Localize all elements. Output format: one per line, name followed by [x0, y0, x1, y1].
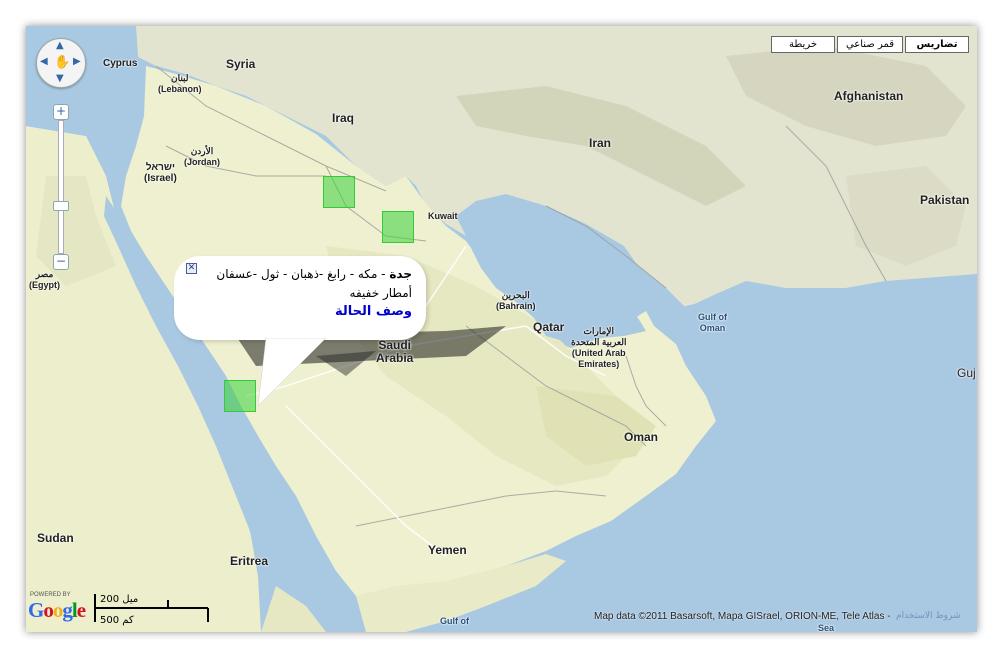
label-israel: ישראל (Israel)	[144, 162, 177, 184]
hand-icon: ✋	[54, 55, 71, 70]
zoom-out-button[interactable]: −	[53, 254, 69, 270]
label-saudi-arabia: Saudi Arabia	[376, 338, 414, 365]
zoom-in-button[interactable]: +	[53, 104, 69, 120]
label-gulf-of-aden: Gulf of	[440, 616, 469, 626]
map-type-satellite[interactable]: قمر صناعي	[837, 36, 903, 53]
label-yemen: Yemen	[428, 543, 467, 557]
label-qatar: Qatar	[533, 320, 565, 334]
label-egypt: مصر (Egypt)	[29, 269, 60, 290]
pan-up-icon[interactable]: ▲	[56, 40, 64, 51]
region-marker[interactable]	[323, 176, 355, 208]
pan-left-icon[interactable]: ◀	[40, 56, 48, 67]
label-lebanon: لبنان (Lebanon)	[158, 73, 202, 94]
label-kuwait: Kuwait	[428, 211, 458, 221]
info-window-line2: أمطار خفيفه	[349, 286, 412, 300]
scale-miles: 200 ميل	[100, 594, 139, 605]
scale-bar: 200 ميل 500 كم	[94, 594, 214, 626]
label-sudan: Sudan	[37, 531, 74, 545]
label-iraq: Iraq	[332, 111, 355, 125]
label-cyprus: Cyprus	[103, 58, 138, 69]
label-iran: Iran	[589, 136, 612, 150]
map-attribution: Map data ©2011 Basarsoft, Mapa GISrael, …	[594, 611, 891, 622]
map-frame[interactable]: Cyprus Syria لبنان (Lebanon) Iraq Iran A…	[26, 26, 977, 632]
google-logo[interactable]: Google	[28, 598, 86, 623]
pan-right-icon[interactable]: ▶	[73, 56, 81, 67]
pan-control[interactable]: ▲ ◀ ▶ ▼ ✋	[36, 38, 86, 88]
info-window: ✕ جدة - مكه - رابغ -ذهبان - ثول -عسفان أ…	[174, 256, 426, 340]
label-jordan: الأردن (Jordan)	[184, 146, 220, 167]
info-window-text: - مكه - رابغ -ذهبان - ثول -عسفان	[216, 267, 390, 281]
status-description-link[interactable]: وصف الحالة	[335, 304, 412, 319]
label-pakistan: Pakistan	[920, 193, 970, 207]
map-type-control: خريطة قمر صناعي تضاريس	[771, 36, 969, 53]
label-syria: Syria	[226, 57, 256, 71]
label-bahrain: البحرين (Bahrain)	[496, 290, 536, 311]
label-afghanistan: Afghanistan	[834, 89, 904, 103]
info-window-line1: جدة - مكه - رابغ -ذهبان - ثول -عسفان	[216, 267, 412, 281]
region-marker-jeddah[interactable]	[224, 380, 256, 412]
zoom-control: + −	[53, 104, 69, 270]
terms-of-use-link[interactable]: شروط الاستخدام	[896, 611, 961, 621]
info-window-shadow	[236, 326, 506, 376]
scale-km: 500 كم	[100, 615, 134, 626]
label-uae: الإمارات العربية المتحدة (United Arab Em…	[571, 326, 627, 369]
close-icon[interactable]: ✕	[186, 263, 197, 274]
map-type-map[interactable]: خريطة	[771, 36, 835, 53]
label-gulf-of-oman: Gulf of Oman	[698, 312, 727, 333]
label-gujarat: Guj	[957, 366, 976, 380]
zoom-slider-track[interactable]	[53, 120, 69, 254]
label-oman: Oman	[624, 430, 659, 444]
pan-down-icon[interactable]: ▼	[56, 73, 64, 84]
label-arabian-sea: Sea	[818, 623, 835, 632]
info-window-title: جدة	[389, 267, 412, 281]
label-eritrea: Eritrea	[230, 554, 269, 568]
region-marker[interactable]	[382, 211, 414, 243]
map-type-terrain[interactable]: تضاريس	[905, 36, 969, 53]
zoom-slider-handle[interactable]	[53, 201, 69, 211]
